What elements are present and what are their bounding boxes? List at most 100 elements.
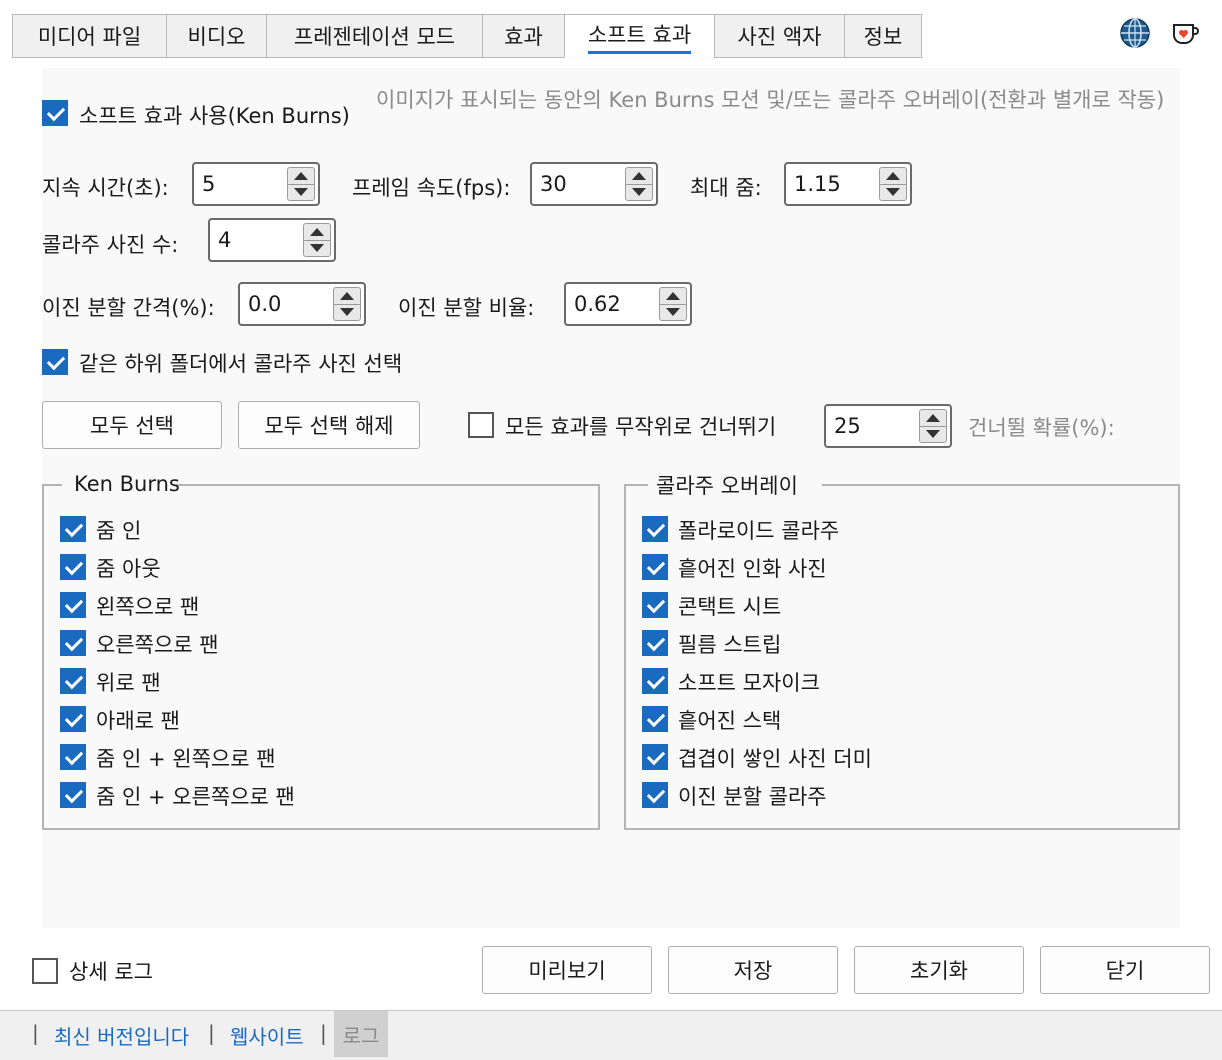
bsp-gap-label: 이진 분할 간격(%):	[42, 296, 215, 320]
tab-soft-effects[interactable]: 소프트 효과	[564, 14, 714, 58]
ken-burns-title: Ken Burns	[74, 472, 180, 496]
deselect-all-button[interactable]: 모두 선택 해제	[238, 401, 420, 449]
effect-label: 아래로 팬	[96, 709, 180, 733]
status-footer: | 최신 버전입니다 | 웹사이트 | 로그	[0, 1011, 1222, 1060]
max-zoom-label: 최대 줌:	[690, 176, 762, 200]
effect-checkbox[interactable]	[60, 782, 86, 808]
spin-down-button[interactable]	[919, 425, 947, 443]
effect-label: 폴라로이드 콜라주	[678, 519, 840, 543]
tab-info[interactable]: 정보	[844, 14, 922, 58]
globe-icon[interactable]	[1118, 16, 1152, 50]
tab-presentation-mode[interactable]: 프레젠테이션 모드	[266, 14, 482, 58]
tab-media-files[interactable]: 미디어 파일	[12, 14, 166, 58]
log-button[interactable]: 로그	[334, 1011, 388, 1057]
effect-label: 소프트 모자이크	[678, 671, 820, 695]
arrow-down-icon	[886, 188, 900, 197]
spin-down-button[interactable]	[879, 183, 907, 201]
spin-down-button[interactable]	[303, 239, 331, 257]
verbose-log-label: 상세 로그	[69, 960, 153, 984]
select-all-button[interactable]: 모두 선택	[42, 401, 222, 449]
collage-count-spinbox[interactable]: 4	[208, 218, 336, 262]
tab-video[interactable]: 비디오	[166, 14, 266, 58]
spin-up-button[interactable]	[659, 287, 687, 304]
spin-down-button[interactable]	[287, 183, 315, 201]
duration-spinbox[interactable]: 5	[192, 162, 320, 206]
group-border	[176, 484, 600, 486]
collage-count-value: 4	[218, 228, 232, 252]
tab-effects[interactable]: 효과	[482, 14, 564, 58]
effect-checkbox[interactable]	[642, 744, 668, 770]
effect-checkbox[interactable]	[642, 782, 668, 808]
skip-probability-spinbox[interactable]: 25	[824, 404, 952, 448]
tab-label: 정보	[863, 25, 903, 49]
effect-checkbox[interactable]	[642, 706, 668, 732]
bsp-ratio-spinbox[interactable]: 0.62	[564, 282, 692, 326]
bsp-gap-spinbox[interactable]: 0.0	[238, 282, 366, 326]
effect-checkbox[interactable]	[642, 516, 668, 542]
effect-label: 줌 인 + 오른쪽으로 팬	[96, 785, 295, 809]
effect-label: 위로 팬	[96, 671, 161, 695]
arrow-down-icon	[926, 430, 940, 439]
random-skip-checkbox[interactable]	[468, 412, 494, 438]
effect-checkbox[interactable]	[642, 668, 668, 694]
tab-bar: 미디어 파일 비디오 프레젠테이션 모드 효과 소프트 효과 사진 액자 정보	[12, 14, 922, 58]
effect-checkbox[interactable]	[60, 744, 86, 770]
enable-soft-effect-label: 소프트 효과 사용(Ken Burns)	[79, 104, 350, 128]
group-border	[42, 484, 62, 486]
effect-checkbox[interactable]	[60, 554, 86, 580]
effect-checkbox[interactable]	[642, 554, 668, 580]
max-zoom-spinbox[interactable]: 1.15	[784, 162, 912, 206]
close-button[interactable]: 닫기	[1040, 946, 1210, 994]
effect-checkbox[interactable]	[60, 516, 86, 542]
spin-up-button[interactable]	[919, 409, 947, 426]
arrow-down-icon	[340, 308, 354, 317]
effect-label: 이진 분할 콜라주	[678, 785, 827, 809]
random-skip-label: 모든 효과를 무작위로 건너뛰기	[505, 415, 777, 439]
same-folder-checkbox[interactable]	[42, 349, 68, 375]
spin-down-button[interactable]	[625, 183, 653, 201]
spin-down-button[interactable]	[659, 303, 687, 321]
effect-checkbox[interactable]	[60, 706, 86, 732]
collage-overlay-title: 콜라주 오버레이	[656, 474, 798, 498]
arrow-up-icon	[886, 171, 900, 180]
save-button[interactable]: 저장	[668, 946, 838, 994]
arrow-down-icon	[294, 188, 308, 197]
spin-up-button[interactable]	[333, 287, 361, 304]
website-link[interactable]: 웹사이트	[230, 1021, 304, 1050]
footer-separator: |	[320, 1021, 327, 1045]
effect-checkbox[interactable]	[60, 630, 86, 656]
spin-up-button[interactable]	[303, 223, 331, 240]
arrow-up-icon	[632, 171, 646, 180]
tab-label: 효과	[504, 25, 543, 49]
bsp-ratio-label: 이진 분할 비율:	[398, 296, 535, 320]
effect-checkbox[interactable]	[642, 592, 668, 618]
same-folder-label: 같은 하위 폴더에서 콜라주 사진 선택	[79, 352, 403, 376]
max-zoom-value: 1.15	[794, 172, 841, 196]
effect-checkbox[interactable]	[642, 630, 668, 656]
heart-cup-icon[interactable]	[1168, 16, 1202, 50]
spin-up-button[interactable]	[625, 167, 653, 184]
fps-spinbox[interactable]: 30	[530, 162, 658, 206]
group-border	[822, 484, 1180, 486]
spin-up-button[interactable]	[879, 167, 907, 184]
effect-label: 겹겹이 쌓인 사진 더미	[678, 747, 872, 771]
tab-label: 프레젠테이션 모드	[293, 25, 456, 49]
latest-version-link[interactable]: 최신 버전입니다	[54, 1021, 189, 1050]
spin-down-button[interactable]	[333, 303, 361, 321]
effect-label: 줌 인 + 왼쪽으로 팬	[96, 747, 276, 771]
reset-button[interactable]: 초기화	[854, 946, 1024, 994]
fps-value: 30	[540, 172, 567, 196]
arrow-up-icon	[340, 291, 354, 300]
footer-separator: |	[32, 1021, 39, 1045]
effect-label: 흩어진 인화 사진	[678, 557, 827, 581]
tab-photo-frame[interactable]: 사진 액자	[714, 14, 844, 58]
effect-checkbox[interactable]	[60, 668, 86, 694]
skip-probability-value: 25	[834, 414, 861, 438]
arrow-up-icon	[310, 227, 324, 236]
preview-button[interactable]: 미리보기	[482, 946, 652, 994]
verbose-log-checkbox[interactable]	[32, 958, 58, 984]
spin-up-button[interactable]	[287, 167, 315, 184]
enable-soft-effect-checkbox[interactable]	[42, 100, 68, 126]
bsp-gap-value: 0.0	[248, 292, 282, 316]
effect-checkbox[interactable]	[60, 592, 86, 618]
